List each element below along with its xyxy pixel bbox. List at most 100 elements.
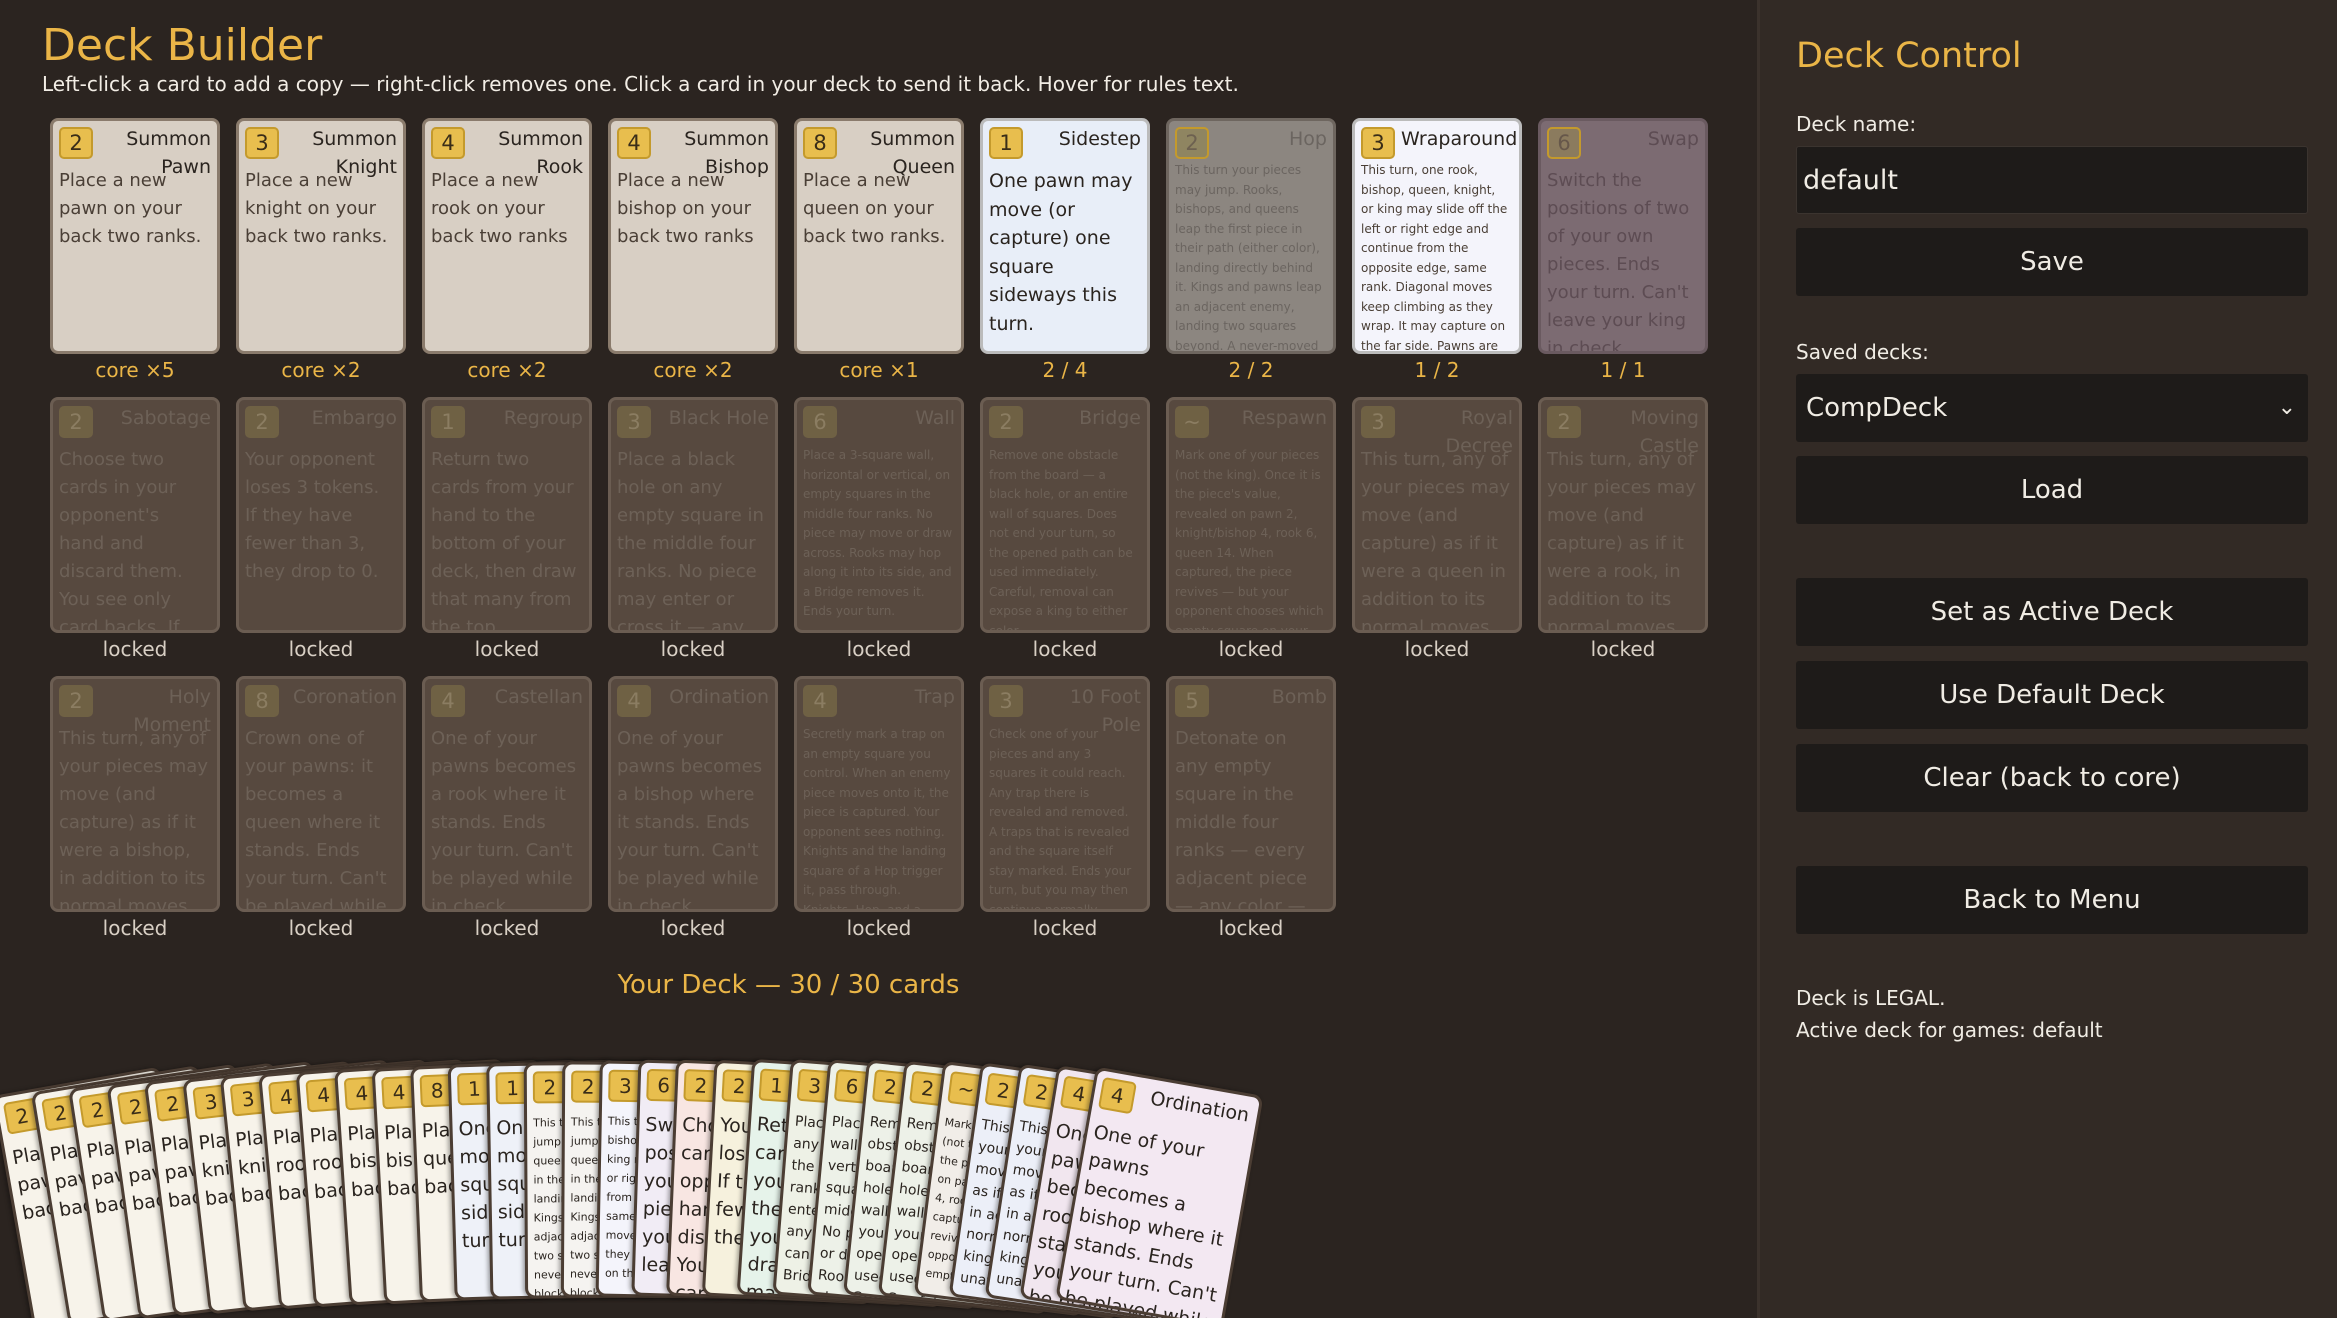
library-card[interactable]: 1 Regroup Return two cards from your hand … bbox=[422, 397, 592, 633]
library-card-slot: 3 10 Foot Pole Check one of your pieces an… bbox=[980, 676, 1150, 940]
card-name: Wall bbox=[915, 407, 955, 429]
library-card[interactable]: 4 Summon Rook Place a new rook on your bac… bbox=[422, 118, 592, 354]
saved-decks-select[interactable]: CompDeck ⌄ bbox=[1796, 374, 2308, 442]
card-rules-text: Place a new knight on your back two rank… bbox=[245, 170, 388, 247]
card-rules-text: Place a 3-square wall, horizontal or ver… bbox=[803, 448, 953, 618]
library-card-slot: 2 Summon Pawn Place a new pawn on your bac… bbox=[50, 118, 220, 382]
library-card[interactable]: 3 10 Foot Pole Check one of your pieces an… bbox=[980, 676, 1150, 912]
card-rules-text: This turn your pieces may jump. Rooks, b… bbox=[1175, 163, 1322, 353]
library-card-slot: 3 Wraparound This turn, one rook, bishop, … bbox=[1352, 118, 1522, 382]
card-count-label: core ×2 bbox=[653, 358, 733, 382]
library-card[interactable]: 4 Ordination One of your pawns becomes a b… bbox=[608, 676, 778, 912]
library-card[interactable]: 2 Moving Castle This turn, any of your pie… bbox=[1538, 397, 1708, 633]
card-name: Bomb bbox=[1271, 686, 1327, 708]
card-name: Regroup bbox=[503, 407, 583, 429]
library-card-slot: 2 Bridge Remove one obstacle from the boar… bbox=[980, 397, 1150, 661]
card-rules-text: Place a new bishop on your back two rank… bbox=[617, 170, 754, 247]
library-card[interactable]: 1 Sidestep One pawn may move (or capture) … bbox=[980, 118, 1150, 354]
deck-name-input[interactable] bbox=[1796, 146, 2308, 214]
card-count-label: locked bbox=[1218, 916, 1284, 940]
card-count-label: locked bbox=[474, 916, 540, 940]
card-cost-badge: 4 bbox=[1097, 1076, 1137, 1115]
card-cost-badge: 4 bbox=[617, 127, 651, 159]
panel-title: Deck Control bbox=[1796, 36, 2022, 76]
library-card[interactable]: 2 Holy Moment This turn, any of your piece… bbox=[50, 676, 220, 912]
card-count-label: 1 / 1 bbox=[1600, 358, 1646, 382]
library-card[interactable]: 8 Coronation Crown one of your pawns: it b… bbox=[236, 676, 406, 912]
library-card[interactable]: 3 Royal Decree This turn, any of your piec… bbox=[1352, 397, 1522, 633]
deck-builder-main: Deck Builder Left-click a card to add a … bbox=[0, 0, 1757, 1318]
library-card[interactable]: 2 Hop This turn your pieces may jump. Rook… bbox=[1166, 118, 1336, 354]
library-card[interactable]: 2 Embargo Your opponent loses 3 tokens. If… bbox=[236, 397, 406, 633]
card-rules-text: Detonate on any empty square in the midd… bbox=[1175, 728, 1308, 912]
card-name: Hop bbox=[1289, 128, 1327, 150]
library-card-slot: 1 Regroup Return two cards from your hand … bbox=[422, 397, 592, 661]
library-card-slot: 6 Swap Switch the positions of two of your… bbox=[1538, 118, 1708, 382]
card-count-label: locked bbox=[288, 916, 354, 940]
active-deck-status: Active deck for games: default bbox=[1796, 1018, 2103, 1042]
deck-legal-status: Deck is LEGAL. bbox=[1796, 986, 1946, 1010]
library-card[interactable]: 2 Bridge Remove one obstacle from the boar… bbox=[980, 397, 1150, 633]
library-card[interactable]: 6 Wall Place a 3-square wall, horizontal o… bbox=[794, 397, 964, 633]
library-card[interactable]: 8 Summon Queen Place a new queen on your b… bbox=[794, 118, 964, 354]
set-active-deck-button[interactable]: Set as Active Deck bbox=[1796, 578, 2308, 646]
library-card[interactable]: 4 Summon Bishop Place a new bishop on your… bbox=[608, 118, 778, 354]
card-rules-text: Crown one of your pawns: it becomes a qu… bbox=[245, 728, 387, 912]
library-card[interactable]: 4 Castellan One of your pawns becomes a ro… bbox=[422, 676, 592, 912]
card-rules-text: Place a new queen on your back two ranks… bbox=[803, 170, 946, 247]
card-cost-badge: 3 bbox=[245, 127, 279, 159]
card-count-label: locked bbox=[660, 637, 726, 661]
load-button[interactable]: Load bbox=[1796, 456, 2308, 524]
card-name: Swap bbox=[1647, 128, 1699, 150]
card-cost-badge: ~ bbox=[1175, 406, 1209, 438]
library-card-slot: 4 Summon Bishop Place a new bishop on your… bbox=[608, 118, 778, 382]
library-card[interactable]: 6 Swap Switch the positions of two of your… bbox=[1538, 118, 1708, 354]
library-card[interactable]: 3 Summon Knight Place a new knight on your… bbox=[236, 118, 406, 354]
library-card-slot: 4 Summon Rook Place a new rook on your bac… bbox=[422, 118, 592, 382]
card-name: Coronation bbox=[293, 686, 397, 708]
card-count-label: locked bbox=[102, 916, 168, 940]
library-card-slot: 4 Castellan One of your pawns becomes a ro… bbox=[422, 676, 592, 940]
card-rules-text: This turn, any of your pieces may move (… bbox=[1547, 449, 1696, 633]
library-card[interactable]: 5 Bomb Detonate on any empty square in the… bbox=[1166, 676, 1336, 912]
library-card[interactable]: ~ Respawn Mark one of your pieces (not the… bbox=[1166, 397, 1336, 633]
card-count-label: locked bbox=[1590, 637, 1656, 661]
instructions: Left-click a card to add a copy — right-… bbox=[42, 72, 1239, 96]
use-default-deck-button[interactable]: Use Default Deck bbox=[1796, 661, 2308, 729]
library-card-slot: 8 Coronation Crown one of your pawns: it b… bbox=[236, 676, 406, 940]
library-card[interactable]: 4 Trap Secretly mark a trap on an empty sq… bbox=[794, 676, 964, 912]
clear-button[interactable]: Clear (back to core) bbox=[1796, 744, 2308, 812]
card-name: Embargo bbox=[311, 407, 397, 429]
library-card-slot: 8 Summon Queen Place a new queen on your b… bbox=[794, 118, 964, 382]
card-cost-badge: 4 bbox=[617, 685, 651, 717]
card-rules-text: Return two cards from your hand to the b… bbox=[431, 449, 577, 633]
saved-decks-label: Saved decks: bbox=[1796, 340, 1929, 364]
library-card[interactable]: 3 Wraparound This turn, one rook, bishop, … bbox=[1352, 118, 1522, 354]
save-button[interactable]: Save bbox=[1796, 228, 2308, 296]
library-card-slot: 2 Embargo Your opponent loses 3 tokens. If… bbox=[236, 397, 406, 661]
library-card[interactable]: 2 Summon Pawn Place a new pawn on your bac… bbox=[50, 118, 220, 354]
library-card-slot: 1 Sidestep One pawn may move (or capture) … bbox=[980, 118, 1150, 382]
library-card-slot: 2 Holy Moment This turn, any of your piece… bbox=[50, 676, 220, 940]
card-count-label: locked bbox=[846, 916, 912, 940]
card-cost-badge: 3 bbox=[1361, 406, 1395, 438]
card-count-label: core ×1 bbox=[839, 358, 919, 382]
card-count-label: core ×2 bbox=[281, 358, 361, 382]
card-name: Bridge bbox=[1079, 407, 1141, 429]
card-cost-badge: 2 bbox=[59, 685, 93, 717]
card-rules-text: One of your pawns becomes a bishop where… bbox=[1057, 1121, 1225, 1318]
card-count-label: locked bbox=[1032, 637, 1098, 661]
card-rules-text: Remove one obstacle from the board — a b… bbox=[989, 448, 1133, 633]
card-count-label: locked bbox=[288, 637, 354, 661]
card-count-label: locked bbox=[1218, 637, 1284, 661]
back-to-menu-button[interactable]: Back to Menu bbox=[1796, 866, 2308, 934]
card-rules-text: Mark one of your pieces (not the king). … bbox=[1175, 448, 1324, 633]
card-name: Black Hole bbox=[668, 407, 769, 429]
card-cost-badge: 2 bbox=[1175, 127, 1209, 159]
library-card-slot: 4 Trap Secretly mark a trap on an empty sq… bbox=[794, 676, 964, 940]
card-count-label: locked bbox=[846, 637, 912, 661]
library-card-slot: 6 Wall Place a 3-square wall, horizontal o… bbox=[794, 397, 964, 661]
library-card[interactable]: 2 Sabotage Choose two cards in your oppone… bbox=[50, 397, 220, 633]
library-card[interactable]: 3 Black Hole Place a black hole on any emp… bbox=[608, 397, 778, 633]
card-cost-badge: 4 bbox=[431, 127, 465, 159]
